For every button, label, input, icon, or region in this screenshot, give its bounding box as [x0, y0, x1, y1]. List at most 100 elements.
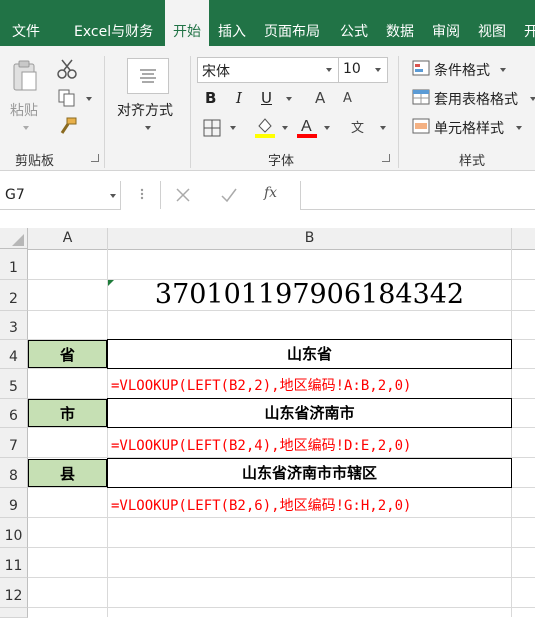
shrink-font-button[interactable]: A — [343, 91, 352, 106]
gridline — [28, 517, 535, 518]
styles-group-label: 样式 — [459, 154, 486, 169]
row-header-6[interactable]: 6 — [0, 399, 28, 428]
bold-button[interactable]: B — [205, 89, 216, 107]
paste-icon[interactable] — [10, 60, 40, 94]
select-all-corner[interactable] — [0, 228, 28, 249]
cell-b2[interactable]: 370101197906184342 — [108, 280, 511, 310]
column-header-c[interactable] — [512, 228, 535, 250]
drag-handle-icon[interactable] — [140, 185, 144, 203]
conditional-format-label[interactable]: 条件格式 — [434, 60, 490, 80]
name-box[interactable]: G7 — [0, 181, 121, 210]
font-color-dropdown-icon[interactable] — [324, 126, 330, 130]
column-header-b[interactable]: B — [108, 228, 512, 250]
tab-excel-finance[interactable]: Excel与财务 — [74, 0, 153, 46]
alignment-label[interactable]: 对齐方式 — [117, 100, 173, 120]
underline-button[interactable]: U — [261, 89, 272, 107]
tab-review[interactable]: 审阅 — [432, 0, 460, 46]
gridline — [511, 249, 512, 617]
tab-file[interactable]: 文件 — [12, 0, 40, 46]
paste-label[interactable]: 粘贴 — [10, 100, 38, 120]
row-header-1[interactable]: 1 — [0, 249, 28, 280]
font-name-value: 宋体 — [202, 64, 230, 80]
font-group-label: 字体 — [268, 154, 295, 169]
font-launcher-icon[interactable] — [382, 154, 390, 162]
column-header-a[interactable]: A — [28, 228, 108, 250]
cell-styles-icon[interactable] — [412, 118, 430, 134]
table-format-label[interactable]: 套用表格格式 — [434, 89, 518, 109]
formula-input[interactable] — [300, 181, 535, 210]
font-name-select[interactable]: 宋体 — [197, 57, 339, 83]
paste-dropdown-icon[interactable] — [23, 126, 29, 130]
cell-b6[interactable]: 山东省济南市 — [107, 398, 512, 428]
tab-insert[interactable]: 插入 — [218, 0, 246, 46]
fill-color-dropdown-icon[interactable] — [282, 126, 288, 130]
row-header-11[interactable]: 11 — [0, 548, 28, 578]
row-header-4[interactable]: 4 — [0, 340, 28, 369]
font-color-icon[interactable]: A — [296, 116, 318, 138]
tab-page-layout[interactable]: 页面布局 — [264, 0, 320, 46]
tab-home[interactable]: 开始 — [165, 0, 209, 46]
underline-dropdown-icon[interactable] — [286, 97, 292, 101]
copy-icon[interactable] — [57, 88, 77, 108]
group-divider — [398, 56, 399, 168]
row-header-12[interactable]: 12 — [0, 578, 28, 608]
chevron-down-icon — [110, 194, 116, 198]
formula-bar: G7 fx — [0, 171, 535, 221]
chevron-down-icon — [326, 68, 332, 72]
alignment-dropdown-icon[interactable] — [145, 126, 151, 130]
row-header-7[interactable]: 7 — [0, 428, 28, 458]
cell-b8[interactable]: 山东省济南市市辖区 — [107, 458, 512, 488]
gridline — [28, 607, 535, 608]
table-format-icon[interactable] — [412, 89, 430, 105]
cancel-entry-icon[interactable] — [175, 187, 191, 203]
chevron-down-icon[interactable] — [516, 126, 522, 130]
tab-formulas[interactable]: 公式 — [340, 0, 368, 46]
confirm-entry-icon[interactable] — [220, 187, 238, 203]
row-header-2[interactable]: 2 — [0, 280, 28, 311]
cell-b7[interactable]: =VLOOKUP(LEFT(B2,4),地区编码!D:E,2,0) — [111, 435, 411, 455]
row-header-3[interactable]: 3 — [0, 311, 28, 340]
insert-function-button[interactable]: fx — [264, 185, 277, 201]
font-size-value: 10 — [343, 61, 361, 77]
row-header-9[interactable]: 9 — [0, 488, 28, 518]
font-size-select[interactable]: 10 — [338, 57, 388, 83]
phonetic-dropdown-icon[interactable] — [380, 126, 386, 130]
cell-styles-label[interactable]: 单元格样式 — [434, 118, 504, 138]
cell-b9[interactable]: =VLOOKUP(LEFT(B2,6),地区编码!G:H,2,0) — [111, 495, 411, 515]
italic-button[interactable]: I — [236, 89, 242, 107]
group-divider — [104, 56, 105, 168]
chevron-down-icon — [375, 68, 381, 72]
row-header-10[interactable]: 10 — [0, 518, 28, 548]
copy-dropdown-icon[interactable] — [86, 97, 92, 101]
grow-font-button[interactable]: A — [315, 89, 325, 107]
error-indicator-icon — [108, 280, 114, 286]
group-divider — [190, 56, 191, 168]
chevron-down-icon[interactable] — [530, 97, 535, 101]
clipboard-launcher-icon[interactable] — [91, 154, 99, 162]
conditional-format-icon[interactable] — [412, 60, 430, 76]
ribbon-tab-bar: 文件 Excel与财务 开始 插入 页面布局 公式 数据 审阅 视图 开 — [0, 0, 535, 46]
tab-data[interactable]: 数据 — [386, 0, 414, 46]
row-header-5[interactable]: 5 — [0, 369, 28, 399]
name-box-value: G7 — [5, 187, 25, 203]
fill-color-icon[interactable] — [254, 116, 276, 138]
format-painter-icon[interactable] — [58, 116, 78, 136]
tab-view[interactable]: 视图 — [478, 0, 506, 46]
border-dropdown-icon[interactable] — [230, 126, 236, 130]
cell-b5[interactable]: =VLOOKUP(LEFT(B2,2),地区编码!A:B,2,0) — [111, 375, 411, 395]
chevron-down-icon[interactable] — [500, 68, 506, 72]
gridline — [28, 577, 535, 578]
cell-a6[interactable]: 市 — [28, 399, 107, 427]
border-icon[interactable] — [203, 119, 221, 137]
phonetic-guide-button[interactable]: 文 — [351, 117, 364, 136]
cell-a4[interactable]: 省 — [28, 340, 107, 368]
row-header-8[interactable]: 8 — [0, 458, 28, 488]
cell-b4[interactable]: 山东省 — [107, 339, 512, 369]
tab-overflow[interactable]: 开 — [524, 0, 535, 46]
svg-text:A: A — [301, 118, 312, 135]
gridline — [28, 310, 535, 311]
alignment-icon[interactable] — [127, 58, 169, 94]
cell-a8[interactable]: 县 — [28, 459, 107, 487]
gridline — [28, 547, 535, 548]
cut-icon[interactable] — [56, 58, 78, 80]
